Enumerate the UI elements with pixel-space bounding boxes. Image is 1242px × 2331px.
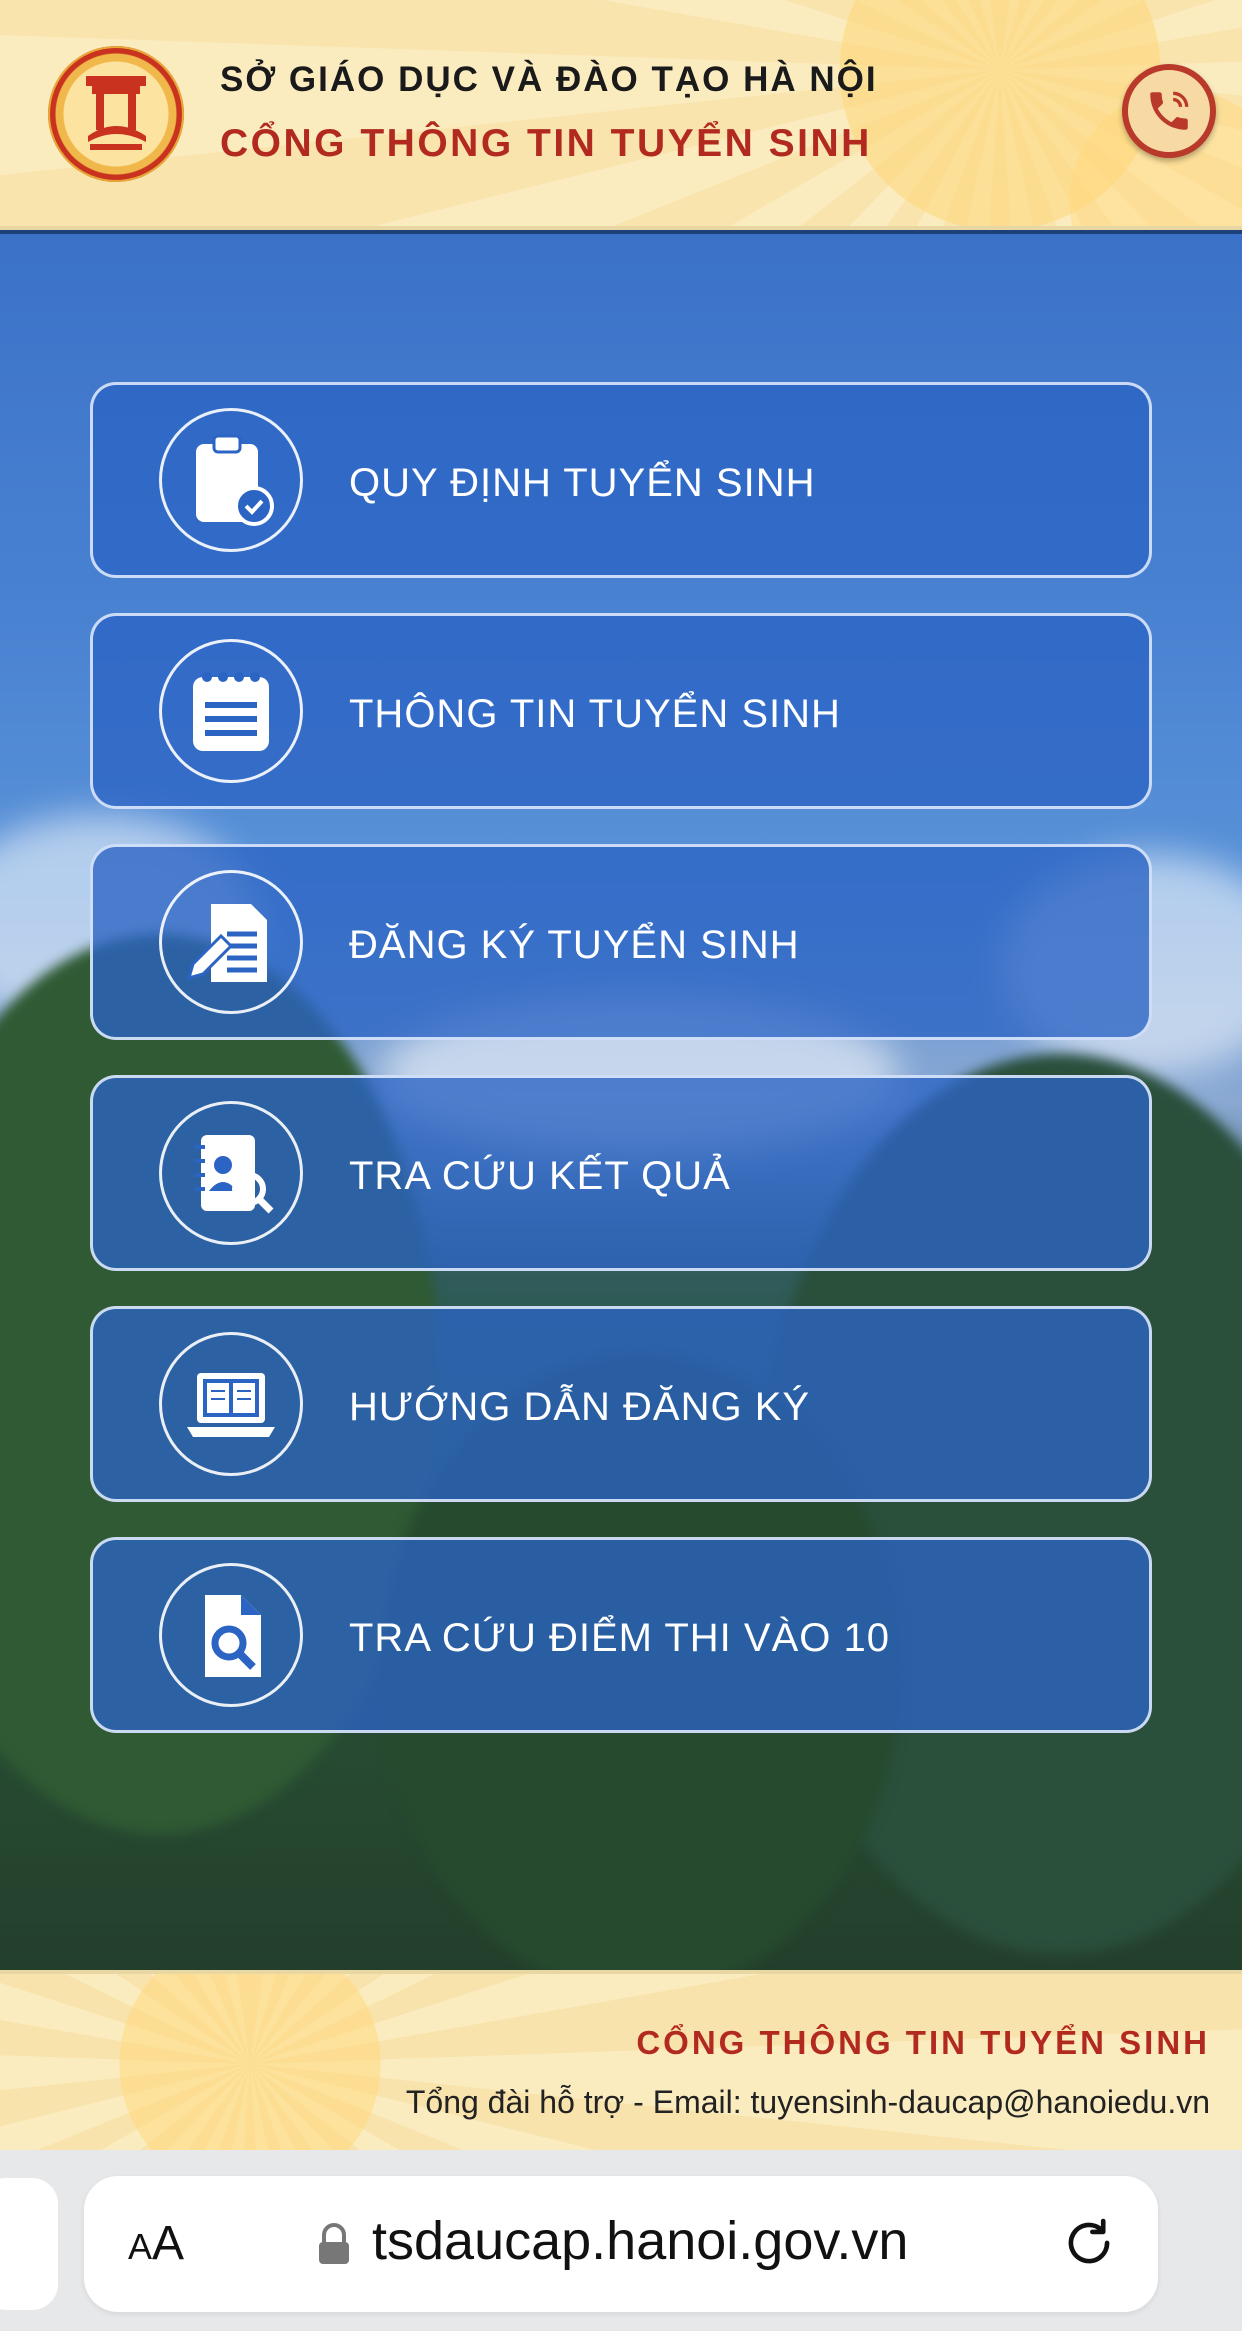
browser-bottom-bar: AA tsdaucap.hanoi.gov.vn <box>0 2150 1242 2331</box>
hanoi-education-logo[interactable] <box>48 46 184 182</box>
menu-item-quy-dinh[interactable]: QUY ĐỊNH TUYỂN SINH <box>90 382 1152 578</box>
menu-label: QUY ĐỊNH TUYỂN SINH <box>349 460 816 505</box>
address-bar[interactable]: AA tsdaucap.hanoi.gov.vn <box>84 2176 1158 2312</box>
menu-item-huong-dan[interactable]: HƯỚNG DẪN ĐĂNG KÝ <box>90 1306 1152 1502</box>
menu-item-thong-tin[interactable]: THÔNG TIN TUYỂN SINH <box>90 613 1152 809</box>
menu-label: ĐĂNG KÝ TUYỂN SINH <box>349 922 800 967</box>
menu-item-tra-cuu-ket-qua[interactable]: TRA CỨU KẾT QUẢ <box>90 1075 1152 1271</box>
phone-call-button[interactable] <box>1122 64 1216 158</box>
phone-icon <box>1150 91 1189 130</box>
menu-item-tra-cuu-diem[interactable]: TRA CỨU ĐIỂM THI VÀO 10 <box>90 1537 1152 1733</box>
site-footer: CỔNG THÔNG TIN TUYỂN SINH Tổng đài hỗ tr… <box>0 1970 1242 2150</box>
laptop-book-icon <box>159 1332 303 1476</box>
footer-contact[interactable]: Tổng đài hỗ trợ - Email: tuyensinh-dauca… <box>406 2084 1210 2121</box>
url-text[interactable]: tsdaucap.hanoi.gov.vn <box>372 2210 908 2272</box>
portal-title: CỔNG THÔNG TIN TUYỂN SINH <box>220 122 872 165</box>
menu-label: HƯỚNG DẪN ĐĂNG KÝ <box>349 1384 811 1429</box>
clipboard-check-icon <box>159 408 303 552</box>
footer-title: CỔNG THÔNG TIN TUYỂN SINH <box>636 2024 1210 2061</box>
reload-icon[interactable] <box>1058 2212 1120 2274</box>
previous-tab[interactable] <box>0 2178 58 2310</box>
site-header: SỞ GIÁO DỤC VÀ ĐÀO TẠO HÀ NỘI CỔNG THÔNG… <box>0 0 1242 230</box>
menu-label: THÔNG TIN TUYỂN SINH <box>349 691 841 736</box>
file-search-icon <box>159 1563 303 1707</box>
profile-search-icon <box>159 1101 303 1245</box>
org-title: SỞ GIÁO DỤC VÀ ĐÀO TẠO HÀ NỘI <box>220 60 878 99</box>
menu-label: TRA CỨU ĐIỂM THI VÀO 10 <box>349 1615 890 1660</box>
lock-icon <box>319 2223 349 2264</box>
document-edit-icon <box>159 870 303 1014</box>
main-content: QUY ĐỊNH TUYỂN SINH THÔNG TIN TUYỂN SINH <box>0 234 1242 1970</box>
notepad-icon <box>159 639 303 783</box>
menu-label: TRA CỨU KẾT QUẢ <box>349 1153 731 1198</box>
menu-item-dang-ky[interactable]: ĐĂNG KÝ TUYỂN SINH <box>90 844 1152 1040</box>
reader-settings-button[interactable]: AA <box>128 2216 184 2271</box>
